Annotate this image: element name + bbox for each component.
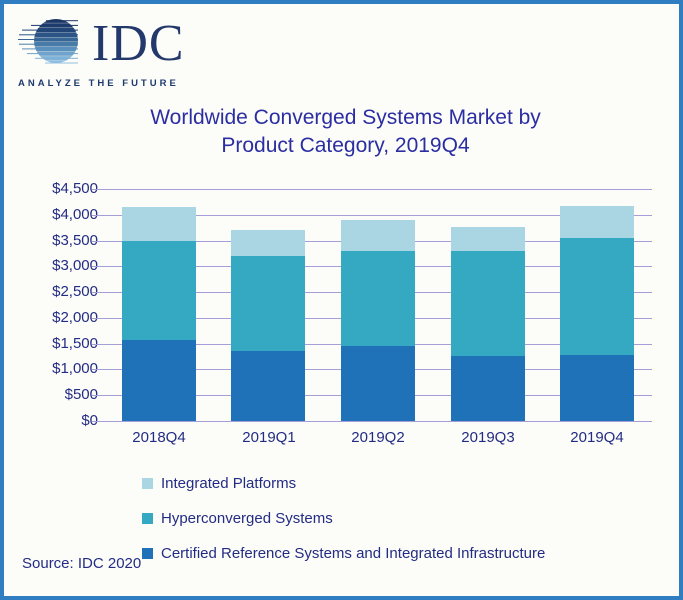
legend-item: Certified Reference Systems and Integrat… — [142, 536, 545, 571]
x-axis-label: 2019Q2 — [351, 429, 405, 446]
idc-brand-text: IDC — [92, 15, 185, 72]
bar-segment — [560, 238, 634, 355]
x-axis-label: 2018Q4 — [132, 429, 186, 446]
y-axis-tick-label: $2,500 — [52, 283, 98, 300]
bar-segment — [560, 354, 634, 421]
idc-logo: IDC ANALYZE THE FUTURE — [18, 16, 185, 89]
bar-segment — [122, 207, 196, 241]
bar-segment — [231, 256, 305, 352]
y-axis-tick-label: $500 — [64, 386, 98, 403]
chart-title-line2: Product Category, 2019Q4 — [221, 134, 470, 157]
gridline — [92, 189, 652, 190]
bar-segment — [122, 240, 196, 340]
chart-card: IDC ANALYZE THE FUTURE Worldwide Converg… — [0, 0, 683, 600]
bar-segment — [451, 226, 525, 251]
bar-segment — [451, 250, 525, 357]
idc-globe-icon — [18, 16, 82, 71]
y-axis-tick-label: $4,500 — [52, 180, 98, 197]
y-axis: $4,500 $4,000 $3,500 $3,000 $2,500 $2,000 $1,5… — [4, 180, 98, 429]
legend-item: Integrated Platforms — [142, 466, 545, 501]
chart-legend: Integrated Platforms Hyperconverged Syste… — [142, 466, 545, 571]
x-axis-label: 2019Q1 — [242, 429, 296, 446]
y-axis-tick-label: $1,500 — [52, 335, 98, 352]
bar-segment — [122, 339, 196, 421]
legend-label: Hyperconverged Systems — [161, 510, 333, 527]
y-axis-tick-label: $0 — [81, 412, 98, 429]
bar-segment — [341, 346, 415, 421]
y-axis-tick-label: $2,000 — [52, 309, 98, 326]
y-axis-tick-label: $3,500 — [52, 232, 98, 249]
legend-label: Integrated Platforms — [161, 475, 297, 492]
bar-segment — [451, 356, 525, 421]
gridline — [92, 421, 652, 422]
source-note: Source: IDC 2020 — [22, 555, 142, 572]
x-axis-label: 2019Q3 — [461, 429, 515, 446]
plot-area — [92, 189, 652, 422]
legend-item: Hyperconverged Systems — [142, 501, 545, 536]
bar-segment — [341, 219, 415, 252]
bar-segment — [341, 251, 415, 346]
bar-segment — [231, 230, 305, 257]
x-axis: 2018Q4 2019Q1 2019Q2 2019Q3 2019Q4 — [104, 429, 652, 449]
y-axis-tick-label: $1,000 — [52, 360, 98, 377]
legend-label: Certified Reference Systems and Integrat… — [161, 545, 546, 562]
legend-swatch — [142, 513, 153, 524]
legend-swatch — [142, 478, 153, 489]
idc-tagline: ANALYZE THE FUTURE — [18, 78, 179, 89]
bar-segment — [231, 351, 305, 421]
x-axis-label: 2019Q4 — [570, 429, 624, 446]
y-axis-tick-label: $3,000 — [52, 257, 98, 274]
bar-segment — [560, 206, 634, 239]
chart-title-line1: Worldwide Converged Systems Market by — [150, 106, 541, 129]
chart-title: Worldwide Converged Systems Market by Pr… — [4, 104, 679, 160]
legend-swatch — [142, 548, 153, 559]
y-axis-tick-label: $4,000 — [52, 206, 98, 223]
